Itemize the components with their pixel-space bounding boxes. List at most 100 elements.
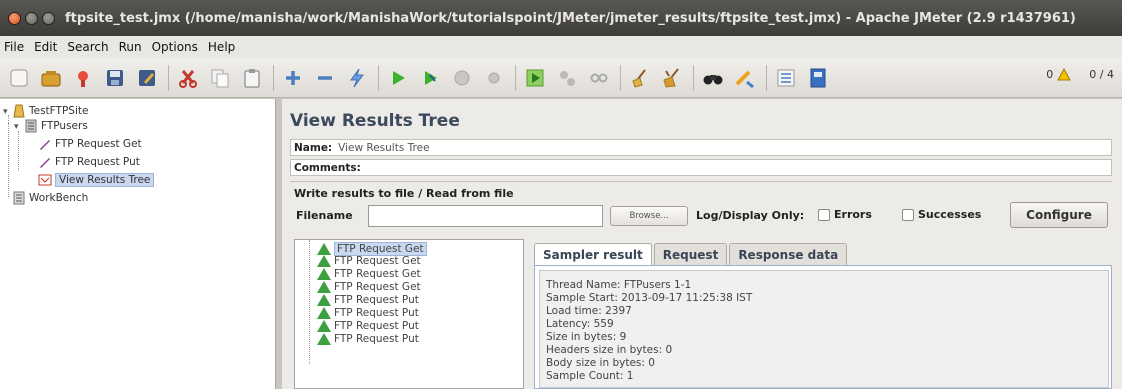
- file-group: Write results to file / Read from file F…: [290, 181, 1112, 231]
- pen-icon: [40, 158, 50, 168]
- sample-row[interactable]: FTP Request Get: [317, 268, 421, 280]
- collapse-icon[interactable]: ▾: [14, 122, 19, 132]
- tab-response-data[interactable]: Response data: [729, 243, 848, 265]
- remote-shutdown-icon: [590, 73, 608, 82]
- toolbar-separator: [168, 64, 169, 91]
- result-tabs: Sampler result Request Response data: [534, 243, 849, 265]
- menu-run[interactable]: Run: [119, 40, 142, 54]
- sample-row[interactable]: FTP Request Put: [317, 333, 419, 345]
- checkbox-box[interactable]: [818, 208, 830, 221]
- result-line: Sample Count: 1: [546, 370, 634, 382]
- minimize-window-button[interactable]: [25, 11, 38, 25]
- sample-row[interactable]: FTP Request Get: [317, 281, 421, 293]
- tab-request[interactable]: Request: [653, 243, 728, 265]
- shutdown-button[interactable]: [481, 65, 507, 91]
- sample-label: FTP Request Put: [334, 307, 419, 319]
- successes-checkbox[interactable]: Successes: [902, 208, 981, 221]
- maximize-window-button[interactable]: [42, 11, 55, 25]
- sample-result-list: FTP Request Get FTP Request Get FTP Requ…: [294, 239, 524, 389]
- errors-checkbox[interactable]: Errors: [818, 208, 872, 221]
- warning-icon[interactable]: [1057, 68, 1072, 81]
- sample-label: FTP Request Get: [334, 255, 421, 267]
- tree-node-label: WorkBench: [29, 192, 89, 204]
- thread-group-icon: [25, 119, 37, 133]
- remote-stop-button[interactable]: [554, 65, 580, 91]
- menu-help[interactable]: Help: [208, 40, 235, 54]
- name-label: Name:: [294, 141, 333, 154]
- result-line: Load time: 2397: [546, 305, 632, 317]
- sample-row[interactable]: FTP Request Get: [317, 255, 421, 267]
- log-display-label: Log/Display Only:: [696, 209, 805, 222]
- start-button[interactable]: [385, 65, 411, 91]
- copy-button[interactable]: [207, 65, 233, 91]
- collapse-icon[interactable]: ▾: [3, 107, 8, 117]
- plus-icon: [286, 70, 300, 85]
- menu-search[interactable]: Search: [67, 40, 108, 54]
- configure-button[interactable]: Configure: [1010, 202, 1108, 228]
- browse-button[interactable]: Browse...: [610, 206, 688, 226]
- paste-button[interactable]: [239, 65, 265, 91]
- checkbox-box[interactable]: [902, 208, 914, 221]
- sample-row[interactable]: FTP Request Get: [317, 242, 427, 256]
- tree-line: [18, 131, 19, 171]
- name-field[interactable]: Name: View Results Tree: [290, 139, 1112, 156]
- tree-line: [8, 123, 9, 197]
- toolbar: 0 0 / 4: [0, 58, 1122, 98]
- remote-start-button[interactable]: [522, 65, 548, 91]
- result-line: Sample Start: 2013-09-17 11:25:38 IST: [546, 292, 753, 304]
- tab-sampler-result[interactable]: Sampler result: [534, 243, 652, 265]
- menu-edit[interactable]: Edit: [34, 40, 57, 54]
- tree-node-ftp-put[interactable]: FTP Request Put: [38, 155, 140, 169]
- sampler-result-text[interactable]: Thread Name: FTPusers 1-1 Sample Start: …: [539, 270, 1109, 388]
- sample-label: FTP Request Get: [334, 268, 421, 280]
- start-no-pauses-button[interactable]: [417, 65, 443, 91]
- tree-node-view-results-tree[interactable]: View Results Tree: [38, 173, 155, 187]
- tree-node-workbench[interactable]: WorkBench: [12, 191, 88, 205]
- clear-all-button[interactable]: [659, 65, 685, 91]
- sample-row[interactable]: FTP Request Put: [317, 307, 419, 319]
- function-helper-button[interactable]: [773, 65, 799, 91]
- clear-button[interactable]: [627, 65, 653, 91]
- comments-field[interactable]: Comments:: [290, 159, 1112, 176]
- sample-row[interactable]: FTP Request Put: [317, 320, 419, 332]
- stop-button[interactable]: [449, 65, 475, 91]
- tree-node-ftp-get[interactable]: FTP Request Get: [38, 137, 142, 151]
- save-button[interactable]: [102, 65, 128, 91]
- sample-row[interactable]: FTP Request Put: [317, 294, 419, 306]
- success-icon: [317, 243, 331, 255]
- templates-button[interactable]: [38, 65, 64, 91]
- error-count: 0: [1046, 68, 1054, 81]
- open-button[interactable]: [70, 65, 96, 91]
- help-button[interactable]: [805, 65, 831, 91]
- menu-options[interactable]: Options: [152, 40, 198, 54]
- search-button[interactable]: [700, 65, 726, 91]
- new-button[interactable]: [6, 65, 32, 91]
- toolbar-separator: [515, 64, 516, 91]
- toolbar-separator: [273, 64, 274, 91]
- tree-node-thread-group[interactable]: FTPusers: [24, 119, 88, 133]
- cut-button[interactable]: [175, 65, 201, 91]
- save-as-button[interactable]: [134, 65, 160, 91]
- reset-search-button[interactable]: [732, 65, 758, 91]
- minus-icon: [318, 75, 332, 80]
- workbench-icon: [13, 191, 25, 205]
- comments-label: Comments:: [294, 161, 361, 174]
- name-input[interactable]: View Results Tree: [338, 142, 429, 154]
- toolbar-status: 0 0 / 4: [1046, 68, 1114, 81]
- play-icon: [393, 70, 405, 85]
- tree-node-label: View Results Tree: [55, 173, 155, 187]
- expand-all-button[interactable]: [280, 65, 306, 91]
- filename-input[interactable]: [368, 205, 603, 227]
- remote-shutdown-button[interactable]: [586, 65, 612, 91]
- help-book-icon: [810, 68, 826, 87]
- test-plan-icon: [13, 104, 25, 118]
- close-window-button[interactable]: [8, 11, 21, 25]
- success-icon: [317, 294, 331, 306]
- tree-node-testplan[interactable]: TestFTPSite: [12, 104, 88, 118]
- toolbar-separator: [693, 64, 694, 91]
- broom-icon: [632, 68, 646, 88]
- successes-label: Successes: [918, 208, 982, 221]
- menu-file[interactable]: File: [4, 40, 24, 54]
- toggle-button[interactable]: [344, 65, 370, 91]
- collapse-all-button[interactable]: [312, 65, 338, 91]
